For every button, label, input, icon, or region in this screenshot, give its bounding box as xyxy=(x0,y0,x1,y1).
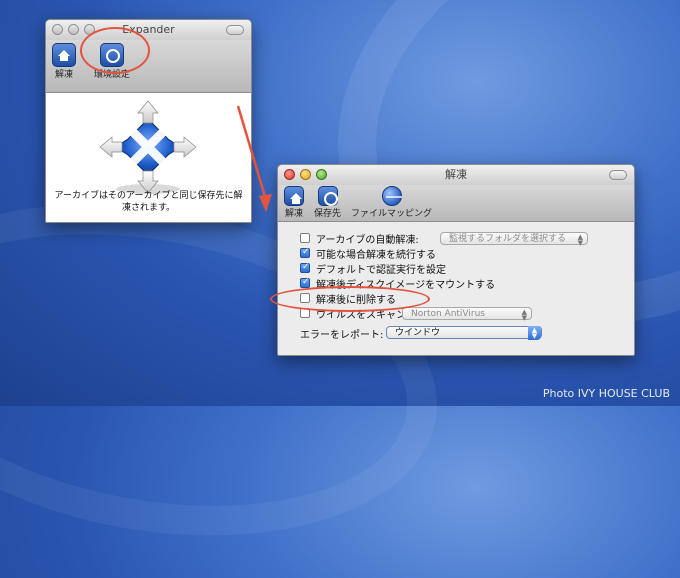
popup-value: Norton AntiVirus xyxy=(411,309,485,319)
option-label: デフォルトで認証実行を設定 xyxy=(316,264,446,276)
option-label: アーカイブの自動解凍: xyxy=(316,234,419,246)
preferences-toolbar: 解凍 保存先 ファイルマッピング xyxy=(278,185,634,222)
checkbox[interactable] xyxy=(300,247,310,258)
home-icon xyxy=(284,186,304,206)
chevron-updown-icon: ▲ ▼ xyxy=(577,233,583,247)
toolbar-toggle-button[interactable] xyxy=(609,170,627,180)
option-mount-disk-image[interactable]: 解凍後ディスクイメージをマウントする xyxy=(300,276,496,291)
chevron-updown-icon: ▲ ▼ xyxy=(521,308,527,322)
toolbar-label: ファイルマッピング xyxy=(351,209,433,219)
option-delete-after-expand[interactable]: 解凍後に削除する xyxy=(300,291,396,306)
expander-window: Expander 解凍 環境設定 アーカイブはそのアーカイブと同じ保存先に解凍さ… xyxy=(45,19,252,223)
checkbox[interactable] xyxy=(300,262,310,273)
tab-file-mapping[interactable]: ファイルマッピング xyxy=(351,185,432,221)
zoom-button[interactable] xyxy=(316,169,327,180)
option-authenticate[interactable]: デフォルトで認証実行を設定 xyxy=(300,261,446,276)
close-button[interactable] xyxy=(284,169,295,180)
option-auto-expand[interactable]: アーカイブの自動解凍: xyxy=(300,231,419,246)
error-report-popup[interactable]: ウインドウ ▲ ▼ xyxy=(386,326,542,340)
option-label: 解凍後ディスクイメージをマウントする xyxy=(316,279,496,291)
preferences-titlebar[interactable]: 解凍 xyxy=(278,165,634,185)
watch-folder-popup[interactable]: 監視するフォルダを選択する ▲ ▼ xyxy=(440,232,588,247)
photo-credit: Photo IVY HOUSE CLUB xyxy=(542,387,670,400)
window-title: Expander xyxy=(122,23,175,36)
error-report-label: エラーをレポート: xyxy=(300,329,384,341)
toolbar-label: 解凍 xyxy=(54,70,73,80)
toolbar-label: 解凍 xyxy=(284,209,303,219)
preferences-window: 解凍 解凍 保存先 ファイルマッピング アーカイブの自動解凍: 監視するフォルダ… xyxy=(277,164,635,356)
popup-value: ウインドウ xyxy=(395,328,441,338)
tab-destination[interactable]: 保存先 xyxy=(314,185,341,221)
checkbox[interactable] xyxy=(300,308,310,318)
popup-value: 監視するフォルダを選択する xyxy=(449,234,567,244)
tab-expanding[interactable]: 解凍 xyxy=(284,185,304,221)
expander-titlebar[interactable]: Expander xyxy=(46,20,251,40)
checkbox[interactable] xyxy=(300,277,310,288)
preferences-body: アーカイブの自動解凍: 監視するフォルダを選択する ▲▼ 可能な場合解凍を続行す… xyxy=(278,222,634,355)
checkbox[interactable] xyxy=(300,293,310,303)
zoom-button[interactable] xyxy=(84,24,95,35)
toolbar-toggle-button[interactable] xyxy=(226,25,244,35)
settings-icon xyxy=(100,43,124,67)
option-virus-scan[interactable]: ウイルスをスキャン: xyxy=(300,306,410,321)
antivirus-popup[interactable]: Norton AntiVirus ▲ ▼ xyxy=(402,307,532,322)
toolbar-expand-button[interactable]: 解凍 xyxy=(52,40,76,92)
checkbox[interactable] xyxy=(300,233,310,243)
toolbar-preferences-button[interactable]: 環境設定 xyxy=(94,40,130,92)
option-label: ウイルスをスキャン: xyxy=(316,309,410,321)
expander-app-icon xyxy=(99,100,197,194)
expander-toolbar: 解凍 環境設定 xyxy=(46,40,251,93)
error-report-row: エラーをレポート: xyxy=(300,326,384,341)
settings-icon xyxy=(317,186,338,206)
minimize-button[interactable] xyxy=(300,169,311,180)
window-title: 解凍 xyxy=(445,168,467,181)
toolbar-label: 保存先 xyxy=(314,209,342,219)
minimize-button[interactable] xyxy=(68,24,79,35)
option-continue[interactable]: 可能な場合解凍を続行する xyxy=(300,246,436,261)
chevron-updown-icon: ▲ ▼ xyxy=(528,326,541,340)
toolbar-label: 環境設定 xyxy=(94,70,131,80)
globe-icon xyxy=(381,186,402,206)
option-label: 解凍後に削除する xyxy=(316,294,396,306)
expander-caption: アーカイブはそのアーカイブと同じ保存先に解凍されます。 xyxy=(54,191,243,213)
option-label: 可能な場合解凍を続行する xyxy=(316,249,436,261)
home-icon xyxy=(52,43,76,67)
close-button[interactable] xyxy=(52,24,63,35)
expander-body: アーカイブはそのアーカイブと同じ保存先に解凍されます。 xyxy=(46,93,251,222)
